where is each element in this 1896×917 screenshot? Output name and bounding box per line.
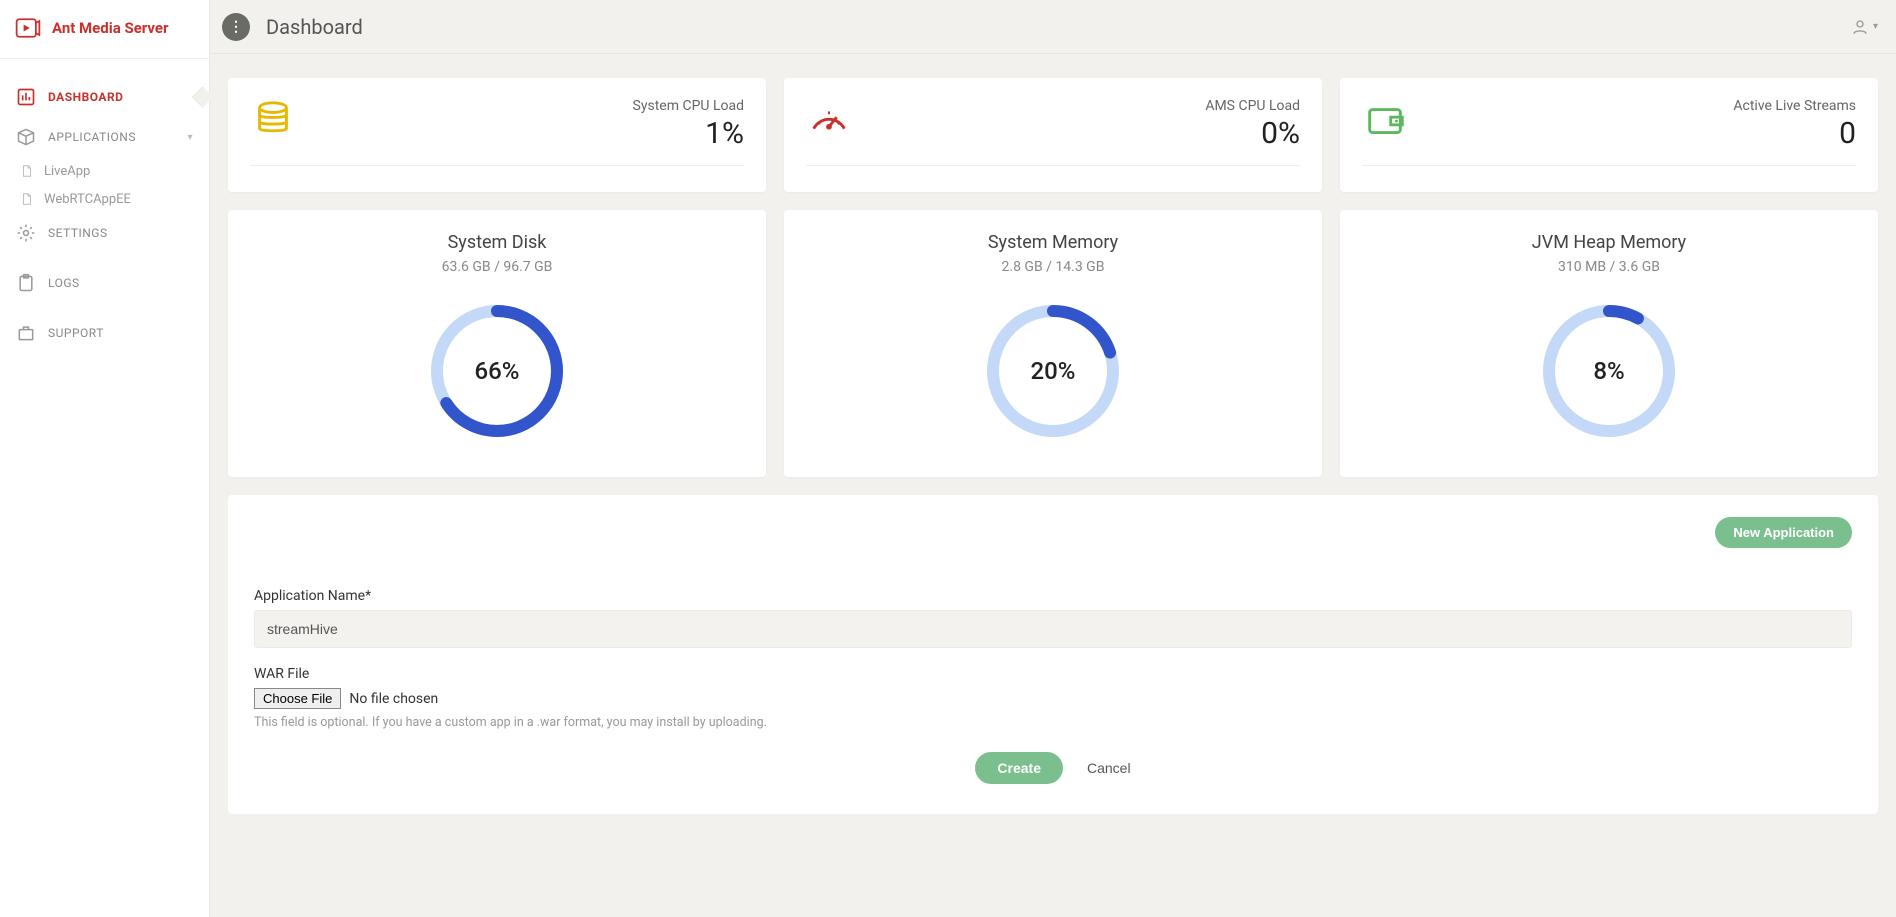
gauge-icon <box>806 98 852 144</box>
gauge-title: JVM Heap Memory <box>1362 232 1856 253</box>
gauge-chart: 20% <box>983 301 1123 441</box>
briefcase-icon <box>16 323 36 343</box>
gauge-chart: 66% <box>427 301 567 441</box>
stat-label: Active Live Streams <box>1733 98 1856 114</box>
page-title: Dashboard <box>266 15 363 39</box>
topbar: ⋮ Dashboard ▾ <box>210 0 1896 54</box>
nav-applications[interactable]: APPLICATIONS ▾ <box>0 117 209 157</box>
war-file-label: WAR File <box>254 666 1852 682</box>
gauge-value: 20% <box>983 301 1123 441</box>
chevron-down-icon: ▾ <box>1873 21 1878 32</box>
nav-app-label: WebRTCAppEE <box>44 192 131 207</box>
file-chosen-text: No file chosen <box>349 691 438 707</box>
database-icon <box>250 98 296 144</box>
gear-icon <box>16 223 36 243</box>
user-icon <box>1851 18 1869 36</box>
nav: DASHBOARD APPLICATIONS ▾ LiveApp WebRTCA… <box>0 59 209 353</box>
sidebar: Ant Media Server DASHBOARD APPLICATIONS … <box>0 0 210 917</box>
gauge-title: System Memory <box>806 232 1300 253</box>
nav-support[interactable]: SUPPORT <box>0 313 209 353</box>
kebab-menu-button[interactable]: ⋮ <box>222 13 250 41</box>
dashboard-icon <box>16 87 36 107</box>
stat-value: 0 <box>1733 116 1856 151</box>
stat-system-cpu: System CPU Load 1% <box>228 78 766 192</box>
gauge-sub: 63.6 GB / 96.7 GB <box>250 259 744 275</box>
gauge-value: 8% <box>1539 301 1679 441</box>
stat-active-streams: Active Live Streams 0 <box>1340 78 1878 192</box>
nav-logs-label: LOGS <box>48 276 80 290</box>
new-application-button[interactable]: New Application <box>1715 517 1852 548</box>
gauge-sub: 310 MB / 3.6 GB <box>1362 259 1856 275</box>
document-icon <box>20 163 34 179</box>
gauge-sub: 2.8 GB / 14.3 GB <box>806 259 1300 275</box>
war-help-text: This field is optional. If you have a cu… <box>254 715 1852 730</box>
nav-support-label: SUPPORT <box>48 326 104 340</box>
nav-app-liveapp[interactable]: LiveApp <box>0 157 209 185</box>
nav-dashboard[interactable]: DASHBOARD <box>0 77 209 117</box>
wallet-icon <box>1362 98 1408 144</box>
app-name-input[interactable] <box>254 610 1852 648</box>
stat-value: 1% <box>633 116 744 151</box>
box-icon <box>16 127 36 147</box>
gauge-title: System Disk <box>250 232 744 253</box>
app-name-label: Application Name* <box>254 588 1852 604</box>
clipboard-icon <box>16 273 36 293</box>
gauge-system-memory: System Memory 2.8 GB / 14.3 GB 20% <box>784 210 1322 477</box>
nav-settings[interactable]: SETTINGS <box>0 213 209 253</box>
gauge-system-disk: System Disk 63.6 GB / 96.7 GB 66% <box>228 210 766 477</box>
choose-file-button[interactable]: Choose File <box>254 688 341 709</box>
brand-name: Ant Media Server <box>52 19 169 37</box>
gauge-value: 66% <box>427 301 567 441</box>
cancel-button[interactable]: Cancel <box>1087 760 1131 776</box>
stat-label: System CPU Load <box>633 98 744 114</box>
stat-value: 0% <box>1205 116 1300 151</box>
brand: Ant Media Server <box>0 0 209 59</box>
stat-ams-cpu: AMS CPU Load 0% <box>784 78 1322 192</box>
gauge-chart: 8% <box>1539 301 1679 441</box>
nav-app-webrtc[interactable]: WebRTCAppEE <box>0 185 209 213</box>
nav-settings-label: SETTINGS <box>48 226 108 240</box>
nav-dashboard-label: DASHBOARD <box>48 90 123 104</box>
create-app-panel: New Application Application Name* WAR Fi… <box>228 495 1878 814</box>
chevron-down-icon: ▾ <box>187 132 193 143</box>
document-icon <box>20 191 34 207</box>
nav-app-label: LiveApp <box>44 164 90 179</box>
gauge-jvm-heap: JVM Heap Memory 310 MB / 3.6 GB 8% <box>1340 210 1878 477</box>
user-menu[interactable]: ▾ <box>1851 18 1878 36</box>
nav-logs[interactable]: LOGS <box>0 263 209 303</box>
create-button[interactable]: Create <box>975 752 1063 784</box>
nav-applications-label: APPLICATIONS <box>48 130 136 144</box>
brand-logo-icon <box>14 14 42 42</box>
stat-label: AMS CPU Load <box>1205 98 1300 114</box>
